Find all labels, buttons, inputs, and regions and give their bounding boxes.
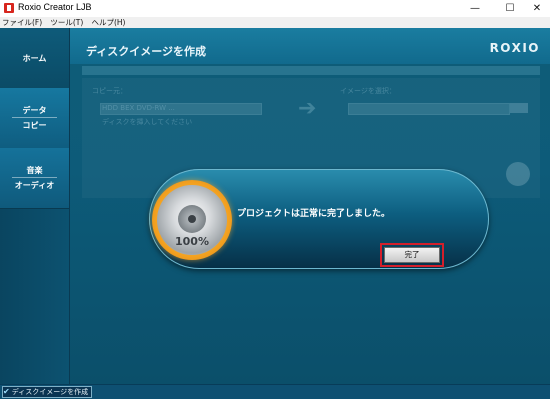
source-hint: ディスクを挿入してください <box>102 118 193 126</box>
minimize-button[interactable]: — <box>460 0 490 17</box>
disc-center-hole <box>188 215 196 223</box>
sidebar: ホーム データ コピー 音楽 オーディオ <box>0 28 70 384</box>
toolbar-strip <box>82 66 540 75</box>
menu-file[interactable]: ファイル(F) <box>0 17 45 28</box>
arrow-right-icon: ➔ <box>298 96 317 121</box>
target-image-field[interactable] <box>348 103 510 115</box>
roxio-logo: ROXIO <box>489 41 540 55</box>
check-icon: ✔ <box>3 387 10 396</box>
maximize-button[interactable]: ☐ <box>495 0 525 17</box>
menu-help[interactable]: ヘルプ(H) <box>89 17 128 28</box>
done-button[interactable]: 完了 <box>384 247 440 263</box>
disc-icon <box>506 162 530 186</box>
sidebar-item-home[interactable]: ホーム <box>0 28 69 89</box>
content-header: ディスクイメージを作成 ROXIO <box>70 28 550 64</box>
target-label: イメージを選択： <box>340 87 396 95</box>
sidebar-item-label: オーディオ <box>14 181 55 190</box>
progress-percent: 100% <box>175 235 209 248</box>
page-title: ディスクイメージを作成 <box>86 45 207 58</box>
status-bar: ✔ ディスクイメージを作成 <box>0 384 550 399</box>
sidebar-item-label: データ <box>22 106 47 115</box>
divider <box>12 117 57 118</box>
source-label: コピー元： <box>92 87 127 95</box>
sidebar-item-label: コピー <box>22 121 47 130</box>
menu-bar: ファイル(F) ツール(T) ヘルプ(H) <box>0 17 550 28</box>
status-task-label: ディスクイメージを作成 <box>11 388 89 396</box>
menu-tools[interactable]: ツール(T) <box>48 17 86 28</box>
sidebar-item-data-copy[interactable]: データ コピー <box>0 88 69 149</box>
sidebar-item-label: 音楽 <box>26 166 43 175</box>
close-button[interactable]: ✕ <box>522 0 550 17</box>
divider <box>12 177 57 178</box>
sidebar-item-music-audio[interactable]: 音楽 オーディオ <box>0 148 69 209</box>
window-title: Roxio Creator LJB <box>18 2 92 12</box>
completion-message: プロジェクトは正常に完了しました。 <box>237 209 391 219</box>
app-icon <box>4 3 14 13</box>
source-drive-value: HDD BEX DVD-RW ... <box>102 104 175 112</box>
sidebar-item-label: ホーム <box>22 54 47 63</box>
title-bar: Roxio Creator LJB — ☐ ✕ <box>0 0 550 18</box>
browse-button[interactable] <box>510 103 528 113</box>
status-task-item[interactable]: ✔ ディスクイメージを作成 <box>2 386 93 398</box>
